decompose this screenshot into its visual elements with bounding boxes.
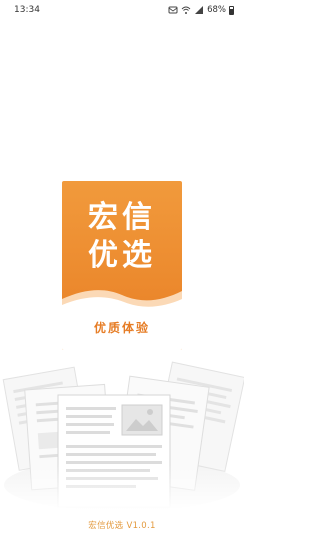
logo-title-line1: 宏信: [88, 200, 156, 235]
app-version: 宏信优选 V1.0.1: [88, 521, 156, 531]
documents-illustration: [0, 361, 244, 510]
wifi-icon: [181, 6, 191, 14]
notification-icon: [168, 6, 178, 14]
status-icons: 68%: [168, 4, 234, 16]
logo-slogan: 优质体验: [93, 321, 150, 335]
logo-title-line2: 优选: [88, 238, 156, 273]
battery-icon: [229, 5, 234, 15]
battery-percent: 68%: [207, 5, 226, 15]
status-time: 13:34: [14, 5, 40, 15]
status-bar: 13:34 68%: [0, 0, 244, 22]
app-logo: 宏信 优选 优质体验: [62, 181, 182, 350]
logo-wave-decoration: [62, 290, 182, 350]
signal-icon: [195, 6, 204, 14]
